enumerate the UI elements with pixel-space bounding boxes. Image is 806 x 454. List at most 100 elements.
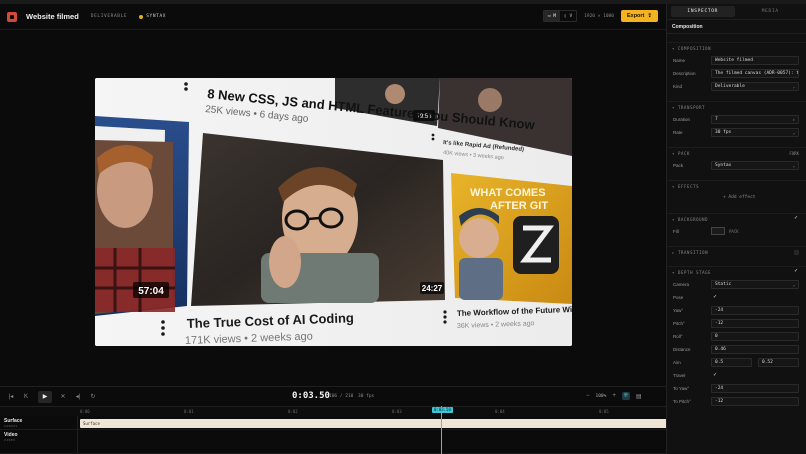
play-button[interactable]: ▶ [38,390,52,403]
export-button-label: Export [626,13,645,19]
field-label: Travel [673,373,686,378]
inspector-tabs: INSPECTOR MEDIA [667,4,806,20]
section-composition[interactable]: ▾ COMPOSITION [667,42,806,52]
skip-end-icon[interactable]: ◂| [74,393,82,400]
skip-start-icon[interactable]: |◂ [7,393,15,400]
step-back-icon[interactable]: K [22,394,30,400]
add-effect-button[interactable]: + Add effect [723,195,756,200]
field-label: Pitch° [673,321,685,326]
field-to-pitch: To Pitch° -12 [667,397,806,407]
section-background[interactable]: ▾ BACKGROUND ✓ [667,213,806,223]
aim-y-input[interactable]: 0.52 [758,358,799,367]
description-input[interactable]: The filmed canvas (ADR-0057): th [711,69,799,78]
fill-swatch[interactable] [711,227,725,235]
zoom-level: 100% [595,393,607,399]
playhead[interactable] [441,406,442,454]
settings-icon[interactable]: ▤ [636,393,642,400]
ruler-tick: 0:05 [599,409,609,414]
view-toggle-v[interactable]: ▯ V [560,14,576,19]
ruler-tick: 0:01 [184,409,194,414]
field-label: Duration [673,117,691,122]
field-to-yaw: To Yaw° -24 [667,384,806,394]
aim-x-input[interactable]: 0.5 [711,358,752,367]
field-label: Fill [673,229,679,234]
to-yaw-input[interactable]: -24 [711,384,799,393]
playhead-label[interactable]: 0:03.50 [432,407,453,413]
header: Website filmed DELIVERABLE SYNTAX ▭ M ▯ … [0,4,666,30]
section-transport[interactable]: ▾ TRANSPORT [667,101,806,111]
thumb-right-text-line1: WHAT COMES [470,187,546,199]
name-input[interactable]: Website filmed [711,56,799,65]
section-transition[interactable]: ▸ TRANSITION [667,246,806,256]
view-toggle[interactable]: ▭ M ▯ V [542,10,578,22]
travel-checkbox[interactable]: ✓ [713,373,718,378]
rate-select[interactable]: 30 fps ⌄ [711,128,799,137]
field-label: Rate [673,130,683,135]
track-type: VIDEO [4,438,16,442]
inspector-panel: INSPECTOR MEDIA Composition ▾ COMPOSITIO… [666,4,806,454]
ruler-tick: 0:00 [80,409,90,414]
chevron-down-icon: ⌄ [792,282,795,287]
roll-input[interactable]: 0 [711,332,799,341]
field-label: To Pitch° [673,399,691,404]
preview-stage: 57:04 24:27 19:58 8 New CSS, JS and HTML… [0,30,666,386]
field-distance: Distance 0.46 [667,345,806,355]
to-pitch-input[interactable]: -12 [711,397,799,406]
step-forward-icon[interactable]: ✕ [59,393,67,400]
distance-input[interactable]: 0.46 [711,345,799,354]
section-pack[interactable]: ▾ PACK FORK [667,147,806,157]
pack-badge[interactable]: SYNTAX [139,14,166,19]
zoom-out-icon[interactable]: − [586,393,590,399]
zoom-controls: − 100% + ⁜ ▤ [586,392,642,400]
transition-toggle[interactable] [794,250,799,255]
export-icon: ⇪ [647,13,652,19]
ruler-tick: 0:02 [288,409,298,414]
pitch-input[interactable]: -12 [711,319,799,328]
editor-app: Website filmed DELIVERABLE SYNTAX ▭ M ▯ … [0,0,806,454]
field-label: Yaw° [673,308,684,313]
field-rate: Rate 30 fps ⌄ [667,128,806,138]
field-name: Name Website filmed [667,56,806,66]
zoom-in-icon[interactable]: + [612,393,616,399]
frame-counter: 106 / 210 [329,394,354,399]
tab-inspector[interactable]: INSPECTOR [671,6,735,17]
field-label: Pose [673,295,684,300]
yaw-input[interactable]: -24 [711,306,799,315]
check-icon: ✓ [794,268,799,274]
section-effects[interactable]: ▾ EFFECTS [667,180,806,190]
tab-media[interactable]: MEDIA [739,6,803,17]
chevron-down-icon: ⌄ [792,84,795,89]
pack-select[interactable]: Syntax ⌄ [711,161,799,170]
kind-select[interactable]: Deliverable ⌄ [711,82,799,91]
loop-icon[interactable]: ↻ [89,393,97,400]
add-effect-row: + Add effect [667,194,806,204]
field-label: Description [673,71,696,76]
thumb-right-text-line2: AFTER GIT [490,200,548,212]
field-camera: Camera Static ⌄ [667,280,806,290]
ruler-tick: 0:04 [495,409,505,414]
main-duration-text: 24:27 [422,284,443,293]
ruler-tick: 0:03 [392,409,402,414]
camera-select[interactable]: Static ⌄ [711,280,799,289]
field-yaw: Yaw° -24 [667,306,806,316]
track-header[interactable]: Surface CANVAS [0,416,78,429]
pose-checkbox[interactable]: ✓ [713,295,718,300]
track-header[interactable]: Video VIDEO [0,430,78,453]
left-duration-text: 57:04 [138,286,164,297]
fork-button[interactable]: FORK [789,151,799,156]
preview-canvas[interactable]: 57:04 24:27 19:58 8 New CSS, JS and HTML… [95,78,572,346]
view-toggle-m[interactable]: ▭ M [543,11,561,21]
kind-badge: DELIVERABLE [90,14,128,19]
chevron-down-icon: ⌄ [792,130,795,135]
export-button[interactable]: Export ⇪ [620,10,658,22]
section-depth-stage[interactable]: ▾ DEPTH STAGE ✓ [667,266,806,276]
duration-input[interactable]: 7 ⇕ [711,115,799,124]
header-actions: ▭ M ▯ V 1920 × 1080 Export ⇪ [542,10,658,22]
timecode: 0:03.50 [292,391,330,401]
field-label: Kind [673,84,683,89]
field-label: Camera [673,282,690,287]
field-aim: Aim 0.5 0.52 [667,358,806,368]
resolution-label: 1920 × 1080 [584,13,614,19]
canvas-render: 57:04 24:27 19:58 8 New CSS, JS and HTML… [95,78,572,346]
snap-icon[interactable]: ⁜ [621,392,630,400]
